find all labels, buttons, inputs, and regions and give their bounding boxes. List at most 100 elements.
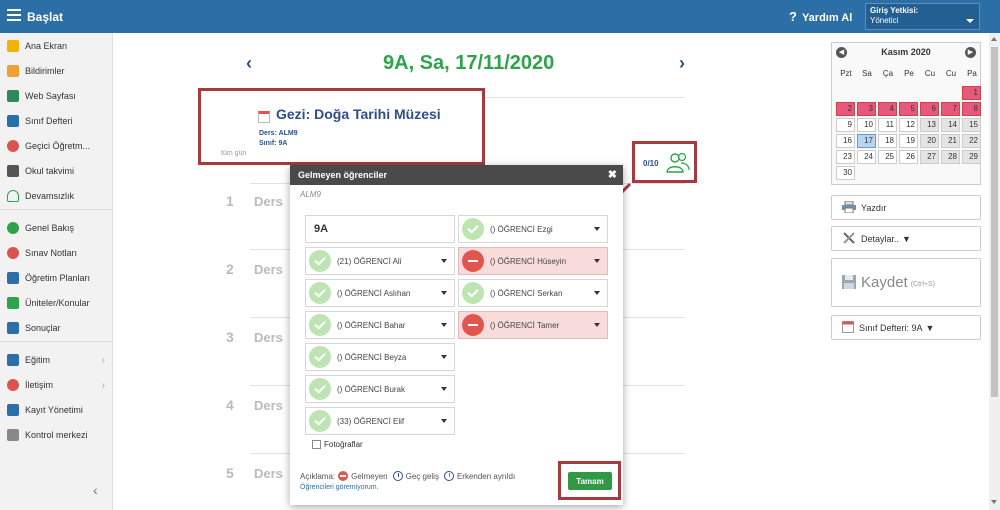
caret-down-icon[interactable] (441, 259, 447, 263)
calendar-day[interactable]: 6 (920, 102, 939, 116)
calendar-day[interactable]: 15 (962, 118, 981, 132)
student-row[interactable]: () ÖĞRENCİ Aslıhan (305, 279, 455, 307)
menu-icon[interactable] (7, 9, 21, 21)
role-select[interactable]: Giriş Yetkisi: Yönetici (865, 3, 980, 30)
sidebar-item-7[interactable]: Genel Bakış (0, 218, 113, 238)
caret-down-icon[interactable] (594, 259, 600, 263)
sidebar-item-15[interactable]: Kontrol merkezi (0, 425, 113, 445)
present-check-icon[interactable] (309, 346, 331, 368)
calendar-day[interactable]: 18 (878, 134, 897, 148)
calendar-day[interactable]: 22 (962, 134, 981, 148)
student-row[interactable]: () ÖĞRENCİ Serkan (458, 279, 608, 307)
calendar-day[interactable]: 5 (899, 102, 918, 116)
student-row[interactable]: (33) ÖĞRENCİ Elif (305, 407, 455, 435)
present-check-icon[interactable] (309, 250, 331, 272)
present-check-icon[interactable] (309, 410, 331, 432)
calendar-day[interactable]: 4 (878, 102, 897, 116)
calendar-day[interactable]: 26 (899, 150, 918, 164)
prev-month-button[interactable]: ◀ (836, 46, 847, 58)
next-month-button[interactable]: ▶ (964, 46, 976, 58)
calendar-day[interactable]: 9 (836, 118, 855, 132)
student-row[interactable]: () ÖĞRENCİ Tamer (458, 311, 608, 339)
lesson-name[interactable]: Ders (254, 194, 283, 209)
sidebar-item-9[interactable]: Öğretim Planları (0, 268, 113, 288)
details-button[interactable]: Detaylar.. ▼ (831, 226, 981, 251)
present-check-icon[interactable] (462, 282, 484, 304)
cant-see-students-link[interactable]: Öğrencileri göremiyorum. (300, 484, 379, 491)
caret-down-icon[interactable] (594, 291, 600, 295)
sidebar-item-13[interactable]: İletişim › (0, 375, 113, 395)
class-register-button[interactable]: Sınıf Defteri: 9A ▼ (831, 315, 981, 340)
sidebar-item-14[interactable]: Kayıt Yönetimi (0, 400, 113, 420)
lesson-name[interactable]: Ders (254, 398, 283, 413)
calendar-day[interactable]: 16 (836, 134, 855, 148)
help-button[interactable]: ? Yardım Al (789, 9, 852, 24)
present-check-icon[interactable] (309, 314, 331, 336)
sidebar-item-11[interactable]: Sonuçlar (0, 318, 113, 338)
collapse-sidebar-button[interactable]: ‹ (93, 482, 98, 498)
lesson-name[interactable]: Ders (254, 466, 283, 481)
lesson-name[interactable]: Ders (254, 262, 283, 277)
attendance-button[interactable]: 0/10 (632, 141, 697, 183)
student-row[interactable]: () ÖĞRENCİ Ezgi (458, 215, 608, 243)
calendar-day[interactable]: 21 (941, 134, 960, 148)
calendar-day[interactable]: 12 (899, 118, 918, 132)
sidebar-item-12[interactable]: Eğitim › (0, 350, 113, 370)
photos-checkbox[interactable]: Fotoğraflar (312, 440, 363, 449)
caret-down-icon[interactable] (441, 355, 447, 359)
close-icon[interactable]: ✖ (608, 168, 617, 181)
sidebar-item-3[interactable]: Sınıf Defteri (0, 111, 113, 131)
ok-button[interactable]: Tamam (568, 472, 612, 490)
calendar-day[interactable]: 1 (962, 86, 981, 100)
present-check-icon[interactable] (309, 282, 331, 304)
calendar-day[interactable]: 17 (857, 134, 876, 148)
event-card[interactable]: Gezi: Doğa Tarihi Müzesi Ders: ALM9 Sını… (198, 88, 485, 165)
calendar-day[interactable]: 2 (836, 102, 855, 116)
calendar-day[interactable]: 19 (899, 134, 918, 148)
save-button[interactable]: Kaydet (Ctrl+S) (831, 258, 981, 307)
caret-down-icon[interactable] (441, 323, 447, 327)
caret-down-icon[interactable] (441, 387, 447, 391)
calendar-day[interactable]: 14 (941, 118, 960, 132)
student-row[interactable]: () ÖĞRENCİ Beyza (305, 343, 455, 371)
sidebar-item-0[interactable]: Ana Ekran (0, 36, 113, 56)
absent-icon[interactable] (462, 314, 484, 336)
calendar-day[interactable]: 28 (941, 150, 960, 164)
previous-day-button[interactable]: ‹ (246, 53, 252, 74)
present-check-icon[interactable] (462, 218, 484, 240)
lesson-name[interactable]: Ders (254, 330, 283, 345)
next-day-button[interactable]: › (679, 53, 685, 74)
student-row[interactable]: (21) ÖĞRENCİ Ali (305, 247, 455, 275)
caret-down-icon[interactable] (594, 323, 600, 327)
calendar-day[interactable]: 30 (836, 166, 855, 180)
calendar-day[interactable]: 10 (857, 118, 876, 132)
calendar-day[interactable]: 23 (836, 150, 855, 164)
scrollbar[interactable] (989, 33, 1000, 510)
calendar-day[interactable]: 8 (962, 102, 981, 116)
present-check-icon[interactable] (309, 378, 331, 400)
calendar-day[interactable]: 11 (878, 118, 897, 132)
student-row[interactable]: () ÖĞRENCİ Burak (305, 375, 455, 403)
start-link[interactable]: Başlat (27, 10, 63, 24)
calendar-day[interactable]: 3 (857, 102, 876, 116)
caret-down-icon[interactable] (441, 291, 447, 295)
calendar-day[interactable]: 25 (878, 150, 897, 164)
caret-down-icon[interactable] (594, 227, 600, 231)
checkbox[interactable] (312, 440, 321, 449)
sidebar-item-8[interactable]: Sınav Notları (0, 243, 113, 263)
calendar-day[interactable]: 27 (920, 150, 939, 164)
student-row[interactable]: () ÖĞRENCİ Hüseyin (458, 247, 608, 275)
sidebar-item-4[interactable]: Geçici Öğretm... (0, 136, 113, 156)
sidebar-item-2[interactable]: Web Sayfası (0, 86, 113, 106)
scroll-down-icon[interactable] (991, 500, 997, 504)
calendar-day[interactable]: 24 (857, 150, 876, 164)
sidebar-item-1[interactable]: Bildirimler (0, 61, 113, 81)
calendar-day[interactable]: 13 (920, 118, 939, 132)
sidebar-item-5[interactable]: Okul takvimi (0, 161, 113, 181)
caret-down-icon[interactable] (441, 419, 447, 423)
calendar-day[interactable]: 29 (962, 150, 981, 164)
scroll-thumb[interactable] (991, 47, 998, 397)
absent-icon[interactable] (462, 250, 484, 272)
calendar-day[interactable]: 7 (941, 102, 960, 116)
sidebar-item-10[interactable]: Üniteler/Konular (0, 293, 113, 313)
